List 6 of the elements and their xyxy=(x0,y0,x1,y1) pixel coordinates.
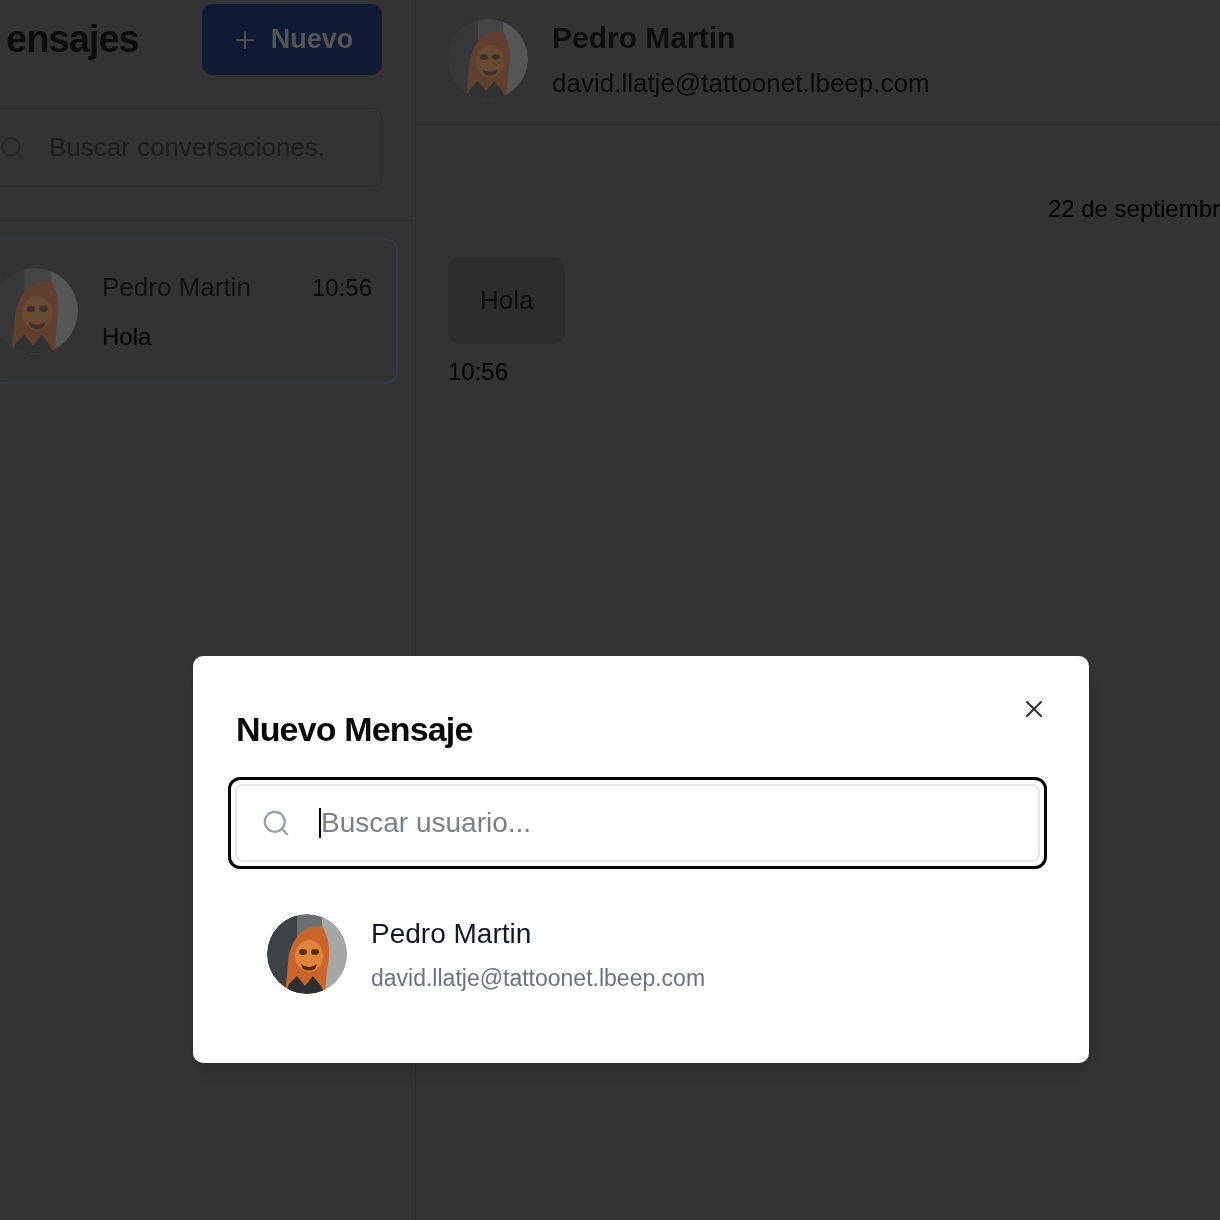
text-cursor xyxy=(319,808,321,838)
new-button[interactable]: Nuevo xyxy=(202,4,382,75)
user-result[interactable]: Pedro Martin david.llatje@tattoonet.lbeep.com xyxy=(267,913,1047,996)
search-field[interactable]: Buscar usuario... xyxy=(235,784,1040,862)
search-icon xyxy=(261,808,291,838)
dialog-title: Nuevo Mensaje xyxy=(236,709,473,750)
